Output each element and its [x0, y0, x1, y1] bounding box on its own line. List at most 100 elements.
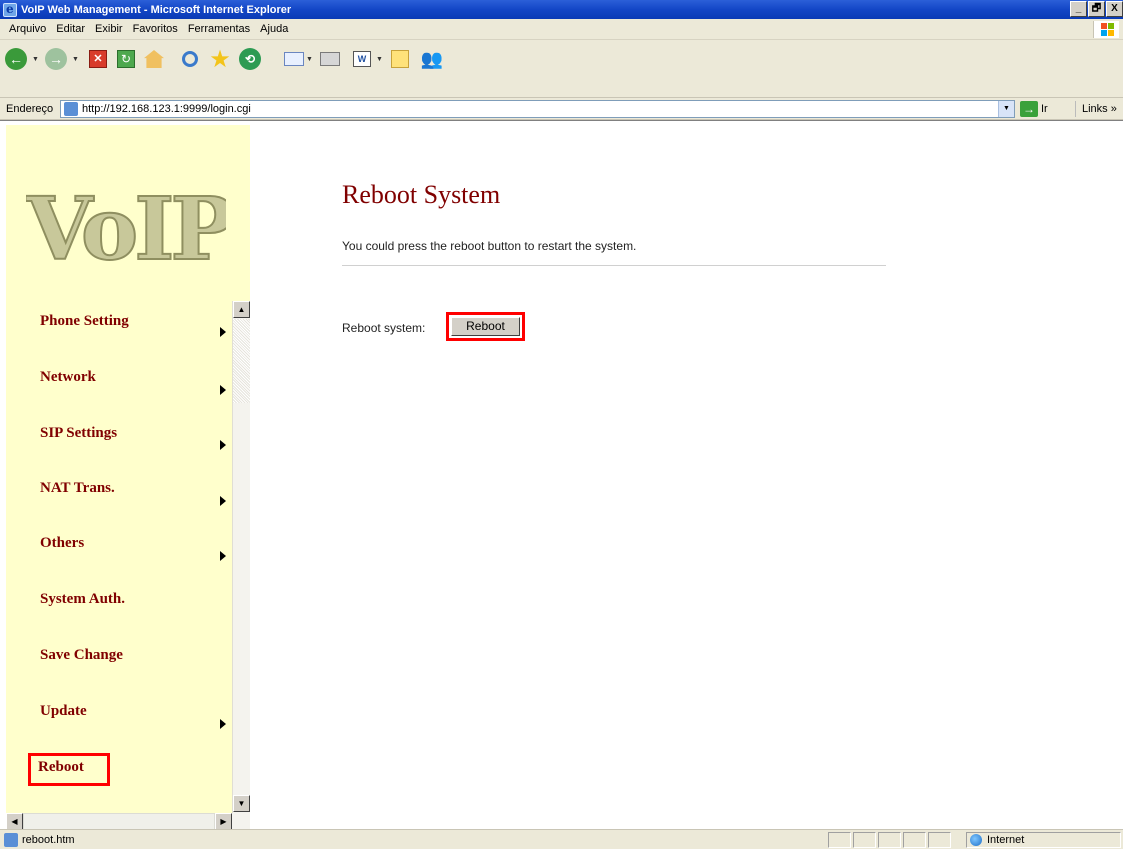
menu-ajuda[interactable]: Ajuda: [255, 23, 293, 35]
home-button[interactable]: [140, 46, 168, 72]
window-title: VoIP Web Management - Microsoft Internet…: [21, 3, 292, 16]
messenger-button[interactable]: 👥: [418, 46, 446, 72]
stop-button[interactable]: ✕: [84, 46, 112, 72]
reboot-button[interactable]: Reboot: [451, 317, 520, 336]
printer-icon: [320, 52, 340, 66]
stop-icon: ✕: [89, 50, 107, 68]
scroll-right-icon[interactable]: ▶: [215, 813, 232, 829]
submenu-arrow-icon: [220, 440, 226, 450]
status-pane: [878, 832, 901, 848]
page-icon: [4, 832, 18, 847]
submenu-arrow-icon: [220, 719, 226, 729]
menu-editar[interactable]: Editar: [51, 23, 90, 35]
menu-ferramentas[interactable]: Ferramentas: [183, 23, 255, 35]
security-zone: Internet: [966, 832, 1121, 848]
window-controls: _ 🗗 X: [1070, 1, 1123, 17]
mail-button[interactable]: [280, 46, 308, 72]
discuss-button[interactable]: [386, 46, 414, 72]
back-button[interactable]: ←: [2, 46, 30, 72]
submenu-arrow-icon: [220, 385, 226, 395]
submenu-arrow-icon: [220, 551, 226, 561]
notes-icon: [391, 50, 409, 68]
nav-others[interactable]: Others: [40, 535, 84, 552]
home-icon: [144, 50, 164, 68]
close-button[interactable]: X: [1106, 1, 1123, 17]
address-label: Endereço: [6, 102, 54, 115]
maximize-button[interactable]: 🗗: [1088, 1, 1105, 17]
nav-reboot[interactable]: Reboot: [38, 759, 84, 776]
reboot-label: Reboot system:: [342, 321, 426, 335]
page-content: VoIP Phone Setting Network SIP Settings …: [0, 120, 1123, 829]
menu-exibir[interactable]: Exibir: [90, 23, 128, 35]
nav-phone-setting[interactable]: Phone Setting: [40, 313, 129, 330]
submenu-arrow-icon: [220, 327, 226, 337]
nav-system-auth[interactable]: System Auth.: [40, 591, 125, 608]
scroll-down-icon[interactable]: ▼: [233, 795, 250, 812]
page-icon: [64, 102, 78, 116]
forward-arrow-icon: →: [45, 48, 67, 70]
address-url[interactable]: http://192.168.123.1:9999/login.cgi: [82, 103, 251, 115]
nav-update[interactable]: Update: [40, 703, 87, 720]
refresh-button[interactable]: ↻: [112, 46, 140, 72]
voip-logo-text: VoIP: [26, 179, 226, 280]
go-button[interactable]: → Ir: [1020, 100, 1048, 118]
nav-vertical-scrollbar[interactable]: ▲ ▼: [232, 301, 250, 813]
nav-sip-settings[interactable]: SIP Settings: [40, 425, 117, 442]
scroll-up-icon[interactable]: ▲: [233, 301, 250, 318]
scroll-track[interactable]: [233, 319, 250, 403]
history-button[interactable]: ⟲: [236, 46, 264, 72]
zone-label: Internet: [987, 834, 1025, 846]
ie-icon: [3, 2, 17, 17]
nav-frame: VoIP Phone Setting Network SIP Settings …: [6, 125, 250, 829]
status-panes: [828, 832, 953, 848]
nav-horizontal-scrollbar[interactable]: ◀ ▶: [6, 813, 250, 829]
window-title-bar: VoIP Web Management - Microsoft Internet…: [0, 0, 1123, 19]
mail-icon: [284, 52, 304, 66]
voip-logo: VoIP: [26, 178, 226, 281]
mail-dropdown-icon[interactable]: ▼: [306, 56, 313, 63]
nav-network[interactable]: Network: [40, 369, 96, 386]
refresh-icon: ↻: [117, 50, 135, 68]
divider: [342, 265, 886, 266]
search-button[interactable]: [176, 46, 204, 72]
status-pane: [928, 832, 951, 848]
favorites-button[interactable]: ★: [206, 45, 234, 73]
minimize-button[interactable]: _: [1070, 1, 1087, 17]
messenger-icon: 👥: [420, 48, 444, 69]
go-arrow-icon: →: [1020, 101, 1038, 117]
nav-panel: VoIP Phone Setting Network SIP Settings …: [6, 125, 232, 829]
links-button[interactable]: Links »: [1075, 101, 1117, 117]
status-pane: [853, 832, 876, 848]
scroll-left-icon[interactable]: ◀: [6, 813, 23, 829]
toolbar: ← ▼ → ▼ ✕ ↻ ★ ⟲ ▼ W ▼ 👥: [0, 40, 1123, 98]
forward-dropdown-icon[interactable]: ▼: [72, 56, 79, 63]
edit-dropdown-icon[interactable]: ▼: [376, 56, 383, 63]
menu-arquivo[interactable]: Arquivo: [4, 23, 51, 35]
nav-nat-trans[interactable]: NAT Trans.: [40, 480, 115, 497]
back-dropdown-icon[interactable]: ▼: [32, 56, 39, 63]
address-dropdown-icon[interactable]: ▼: [998, 101, 1014, 117]
address-bar: Endereço http://192.168.123.1:9999/login…: [0, 98, 1123, 120]
windows-logo-icon: [1093, 21, 1119, 38]
menu-bar: Arquivo Editar Exibir Favoritos Ferramen…: [0, 19, 1123, 40]
search-icon: [182, 51, 198, 67]
highlight-box: Reboot: [446, 312, 525, 341]
submenu-arrow-icon: [220, 496, 226, 506]
print-button[interactable]: [316, 46, 344, 72]
globe-icon: [970, 834, 982, 846]
history-icon: ⟲: [239, 48, 261, 70]
word-icon: W: [353, 51, 371, 67]
status-bar: reboot.htm Internet: [0, 829, 1123, 849]
status-pane: [903, 832, 926, 848]
forward-button[interactable]: →: [42, 46, 70, 72]
back-arrow-icon: ←: [5, 48, 27, 70]
page-description: You could press the reboot button to res…: [342, 239, 637, 253]
nav-save-change[interactable]: Save Change: [40, 647, 123, 664]
edit-button[interactable]: W: [348, 46, 376, 72]
menu-favoritos[interactable]: Favoritos: [128, 23, 183, 35]
scroll-thumb[interactable]: [23, 813, 215, 829]
status-text: reboot.htm: [22, 833, 75, 846]
address-input[interactable]: http://192.168.123.1:9999/login.cgi ▼: [60, 100, 1015, 118]
status-pane: [828, 832, 851, 848]
star-icon: ★: [209, 45, 231, 73]
